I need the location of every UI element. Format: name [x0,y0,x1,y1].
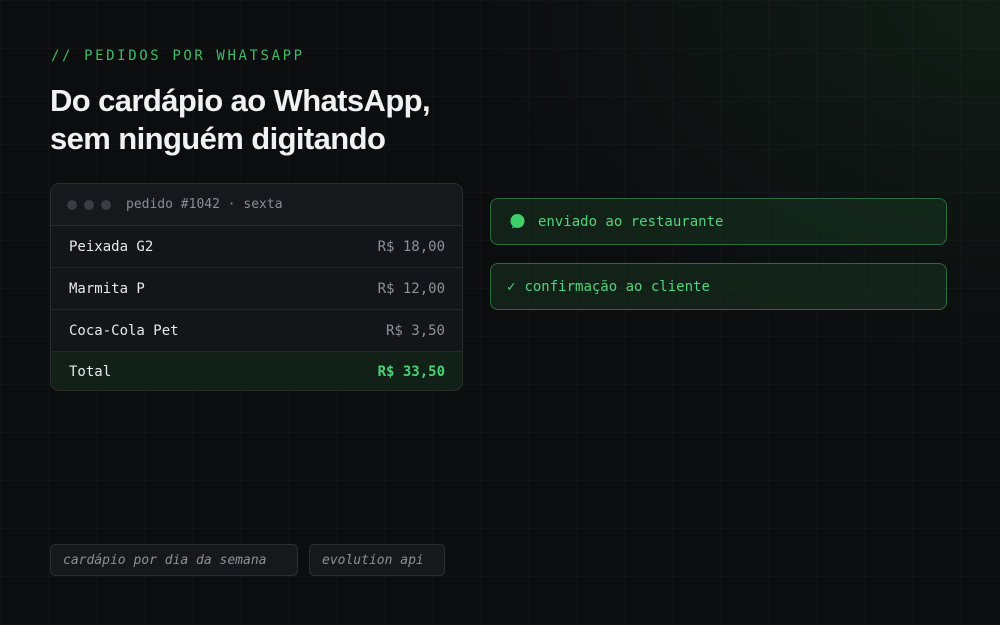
order-item-name: Peixada G2 [69,238,154,255]
tag-weekly-menu: cardápio por dia da semana [50,544,298,576]
status-client-confirmation: ✓ confirmação ao cliente [490,263,947,310]
chat-bubble-icon [509,213,526,230]
order-card-header: pedido #1042 · sexta [51,184,462,226]
page-title: Do cardápio ao WhatsApp, sem ninguém dig… [50,82,510,158]
status-sent-to-restaurant: enviado ao restaurante [490,198,947,245]
order-number-label: pedido #1042 · sexta [126,197,283,212]
check-icon: ✓ [507,278,516,295]
page-title-line-2: sem ninguém digitando [50,121,386,156]
order-item-price: R$ 3,50 [385,322,445,339]
tag-evolution-api: evolution api [309,544,445,576]
order-item-row: Marmita P R$ 12,00 [51,268,462,310]
window-dot-icon [101,199,111,210]
order-item-name: Marmita P [69,280,145,297]
window-dot-icon [67,199,77,210]
section-eyebrow: // PEDIDOS POR WHATSAPP [51,48,305,64]
order-item-row: Peixada G2 R$ 18,00 [51,226,462,268]
order-total-row: Total R$ 33,50 [51,352,462,390]
order-total-value: R$ 33,50 [377,364,445,380]
order-item-name: Coca-Cola Pet [69,322,179,339]
window-dot-icon [84,199,94,210]
order-item-price: R$ 12,00 [377,280,445,297]
order-total-label: Total [69,364,112,380]
status-confirm-label: confirmação ao cliente [524,278,710,295]
page-title-line-1: Do cardápio ao WhatsApp, [50,83,431,118]
order-item-price: R$ 18,00 [377,238,445,255]
order-card: pedido #1042 · sexta Peixada G2 R$ 18,00… [50,183,463,391]
order-item-row: Coca-Cola Pet R$ 3,50 [51,310,462,352]
status-sent-label: enviado ao restaurante [538,213,724,230]
